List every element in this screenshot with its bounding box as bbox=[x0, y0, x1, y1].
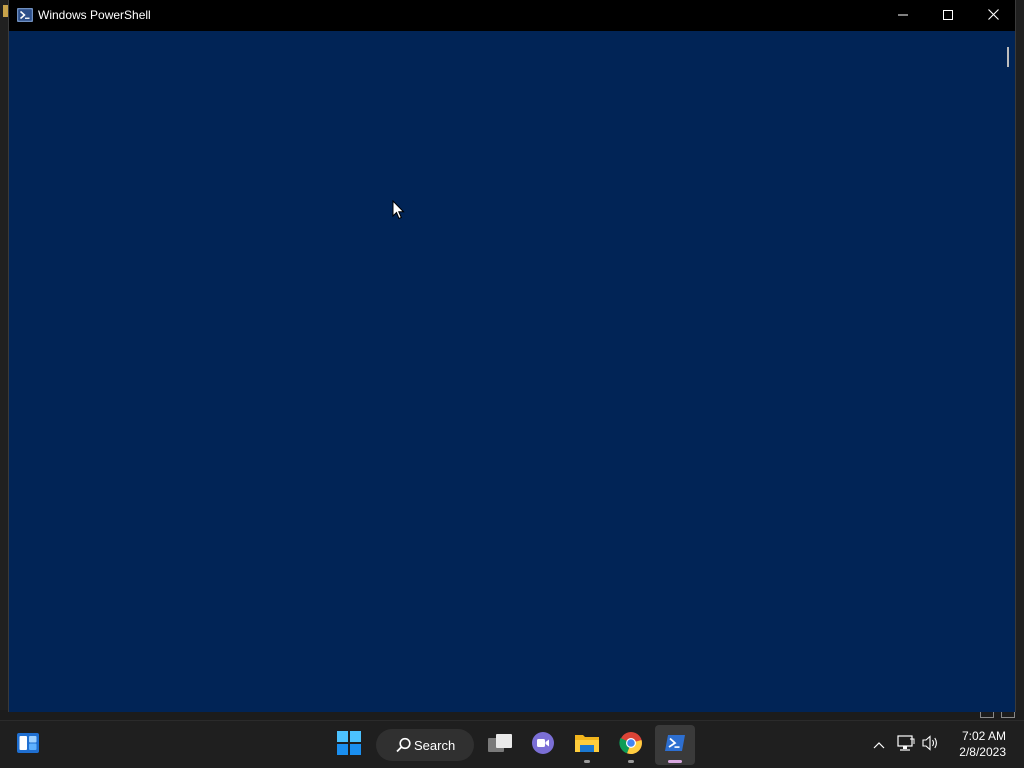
active-indicator bbox=[668, 760, 682, 763]
window-title: Windows PowerShell bbox=[38, 8, 151, 22]
file-explorer-button[interactable] bbox=[567, 725, 607, 765]
chevron-up-icon bbox=[873, 736, 885, 754]
task-view-button[interactable] bbox=[480, 725, 520, 765]
powershell-icon bbox=[664, 734, 686, 757]
close-icon bbox=[987, 7, 999, 25]
start-button[interactable] bbox=[329, 725, 369, 765]
search-label: Search bbox=[414, 737, 456, 753]
volume-button[interactable] bbox=[920, 733, 942, 757]
taskbar: Search 7:02 AM 2/8/2023 bbox=[0, 720, 1024, 768]
close-button[interactable] bbox=[970, 0, 1016, 31]
file-explorer-icon bbox=[574, 732, 600, 759]
running-indicator bbox=[584, 760, 590, 763]
windows-start-icon bbox=[337, 730, 361, 760]
volume-icon bbox=[922, 734, 940, 756]
chat-icon bbox=[531, 731, 555, 760]
chrome-button[interactable] bbox=[611, 725, 651, 765]
powershell-icon bbox=[17, 8, 33, 22]
console-area[interactable] bbox=[9, 31, 1001, 712]
task-view-icon bbox=[487, 732, 513, 759]
maximize-button[interactable] bbox=[925, 0, 971, 31]
minimize-icon bbox=[898, 7, 908, 25]
taskbar-search[interactable]: Search bbox=[376, 729, 474, 761]
widgets-button[interactable] bbox=[8, 725, 48, 765]
desktop-background-right bbox=[1016, 0, 1024, 712]
clock-date: 2/8/2023 bbox=[959, 745, 1006, 759]
widgets-icon bbox=[16, 732, 40, 759]
network-icon bbox=[897, 734, 915, 756]
powershell-window[interactable]: Windows PowerShell bbox=[8, 0, 1016, 712]
minimize-button[interactable] bbox=[880, 0, 926, 31]
chrome-icon bbox=[619, 731, 643, 760]
network-button[interactable] bbox=[895, 733, 917, 757]
desktop-background-left bbox=[0, 0, 8, 712]
show-hidden-icons-button[interactable] bbox=[869, 733, 889, 757]
powershell-taskbar-button[interactable] bbox=[655, 725, 695, 765]
maximize-icon bbox=[943, 7, 953, 25]
title-bar[interactable]: Windows PowerShell bbox=[9, 0, 1015, 31]
scrollbar-thumb[interactable] bbox=[1007, 47, 1009, 67]
vertical-scrollbar[interactable] bbox=[1001, 31, 1015, 712]
chat-button[interactable] bbox=[523, 725, 563, 765]
clock-time: 7:02 AM bbox=[961, 729, 1006, 743]
running-indicator bbox=[628, 760, 634, 763]
clock[interactable]: 7:02 AM 2/8/2023 bbox=[946, 728, 1006, 760]
search-icon bbox=[396, 737, 412, 756]
mouse-pointer-icon bbox=[392, 199, 405, 220]
